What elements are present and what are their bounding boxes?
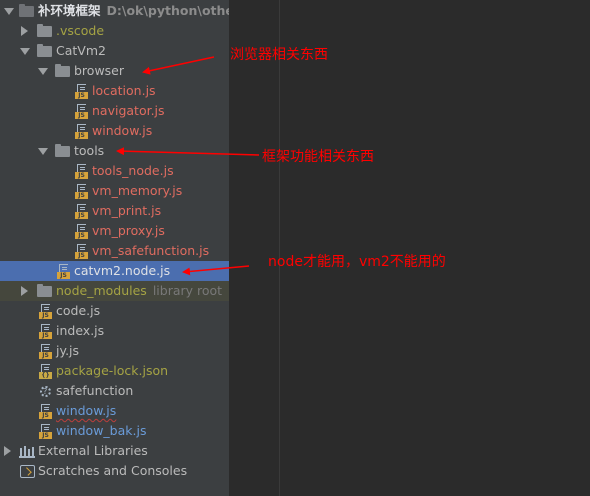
- annotation-arrow-browser: [142, 56, 215, 75]
- annotation-arrow-node: [182, 265, 250, 276]
- annotation-arrows: [116, 56, 260, 276]
- annotation-arrow-tools: [116, 147, 260, 156]
- annotation-node-note: node才能用，vm2不能用的: [268, 254, 446, 270]
- annotation-tools-note: 框架功能相关东西: [262, 149, 374, 165]
- annotation-browser-note: 浏览器相关东西: [230, 47, 328, 63]
